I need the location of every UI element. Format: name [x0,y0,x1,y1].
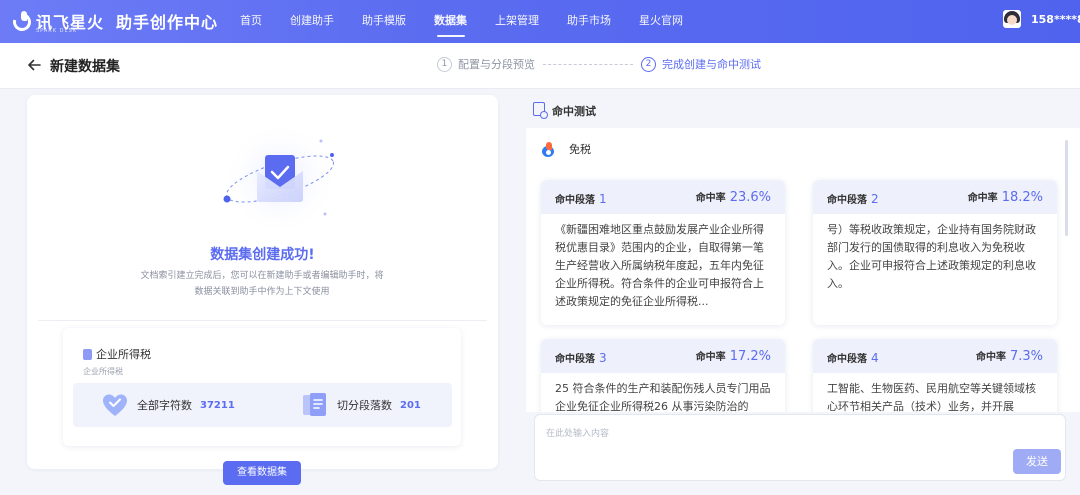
hit-rate: 命中率 17.2% [695,349,771,364]
page-title: 新建数据集 [50,59,120,75]
brand-logo[interactable]: 讯飞星火 SPARK DESK 助手创作中心 [9,9,219,35]
nav-create-assistant[interactable]: 创建助手 [276,0,348,43]
success-description: 文档索引建立完成后，您可以在新建助手或者编辑助手时，将数据关联到助手中作为上下文… [140,271,384,297]
query-input-box[interactable]: 在此处输入内容 发送 [534,414,1066,481]
hit-card[interactable]: 命中段落 3 命中率 17.2% 25 符合条件的生产和装配伤残人员专门用品企业免征… [541,339,785,412]
nav-assistant-market[interactable]: 助手市场 [553,0,625,43]
hit-card-header: 命中段落 3 命中率 17.2% [541,339,785,373]
hit-rate: 命中率 7.3% [975,349,1043,364]
nav-home[interactable]: 首页 [226,0,276,43]
nav-assistant-templates[interactable]: 助手模版 [348,0,420,43]
stat-total-chars-value: 37211 [200,399,235,411]
hit-segment-number: 2 [871,192,879,206]
hit-segment-label: 命中段落 4 [827,351,879,365]
hit-segment-number: 4 [871,351,879,365]
hit-rate-value: 18.2% [1001,190,1043,205]
spark-logo-icon [9,9,35,35]
step-indicator: 1 配置与分段预览 2 完成创建与命中测试 [437,56,761,72]
hit-segment-number: 3 [599,351,607,365]
step-1-label: 配置与分段预览 [458,58,535,71]
hit-card-header: 命中段落 4 命中率 7.3% [813,339,1057,373]
hit-rate: 命中率 18.2% [967,190,1043,205]
creation-result-panel: 数据集创建成功! 文档索引建立完成后，您可以在新建助手或者编辑助手时，将数据关联… [27,95,498,469]
hit-card[interactable]: 命中段落 4 命中率 7.3% 工智能、生物医药、民用航空等关键领域核心环节相关产品… [813,339,1057,412]
hit-segment-label: 命中段落 3 [555,351,607,365]
query-message: 免税 [541,141,591,157]
step-connector [543,63,633,65]
step-2: 2 完成创建与命中测试 [641,56,761,72]
brand-tagline: SPARK DESK [36,28,78,34]
hit-rate-value: 23.6% [729,190,771,205]
heart-shield-icon [103,394,127,416]
avatar[interactable] [1003,10,1021,28]
stat-segment-count-label: 切分段落数 [337,399,392,412]
scrollbar[interactable] [1065,140,1068,236]
success-envelope-illustration [222,121,338,237]
hit-segment-text: 《新疆困难地区重点鼓励发展产业企业所得税优惠目录》范围内的企业，自取得第一笔生产… [555,223,764,308]
document-stack-icon [303,393,326,416]
hit-segment-label: 命中段落 1 [555,192,607,206]
hit-segment-text: 25 符合条件的生产和装配伤残人员专门用品企业免征企业所得税26 从事污染防治的 [555,382,771,412]
page-header: 新建数据集 1 配置与分段预览 2 完成创建与命中测试 [0,43,1080,89]
hit-rate-value: 17.2% [729,349,771,364]
step-2-number: 2 [641,56,656,72]
hit-rate-value: 7.3% [1009,349,1043,364]
user-name[interactable]: 158****86 [1031,13,1080,26]
hit-test-title: 命中测试 [552,105,596,118]
divider [38,320,487,321]
hit-test-header: 命中测试 [526,95,1080,128]
query-text: 免税 [569,143,591,156]
search-document-icon [533,102,548,119]
dataset-subtitle: 企业所得税 [83,367,123,376]
top-nav-bar: 讯飞星火 SPARK DESK 助手创作中心 首页 创建助手 助手模版 数据集 … [0,0,1080,43]
view-dataset-button[interactable]: 查看数据集 [223,461,301,485]
dataset-file-icon [83,349,92,360]
stat-total-chars: 全部字符数 37211 [101,383,235,427]
nav-spark-official-site[interactable]: 星火官网 [625,0,697,43]
step-2-label: 完成创建与命中测试 [662,58,761,71]
success-title: 数据集创建成功! [210,247,315,263]
hit-segment-text: 工智能、生物医药、民用航空等关键领域核心环节相关产品（技术）业务，并开展 [827,382,1036,412]
step-1-number: 1 [437,56,452,72]
dataset-summary-card: 企业所得税 企业所得税 全部字符数 37211 切分段落数 201 [63,328,461,446]
nav-listing-management[interactable]: 上架管理 [481,0,553,43]
product-title: 助手创作中心 [116,13,219,32]
main-nav: 首页 创建助手 助手模版 数据集 上架管理 助手市场 星火官网 [226,0,697,43]
stat-total-chars-label: 全部字符数 [137,399,192,412]
dataset-name: 企业所得税 [96,348,151,361]
hit-card[interactable]: 命中段落 1 命中率 23.6% 《新疆困难地区重点鼓励发展产业企业所得税优惠目录》… [541,180,785,325]
hit-segment-label: 命中段落 2 [827,192,879,206]
spark-assistant-icon [541,141,556,157]
hit-card-header: 命中段落 2 命中率 18.2% [813,180,1057,214]
step-1: 1 配置与分段预览 [437,56,535,72]
hit-rate: 命中率 23.6% [695,190,771,205]
hit-card[interactable]: 命中段落 2 命中率 18.2% 号）等税收政策规定，企业持有国务院财政部门发行的国… [813,180,1057,325]
query-input-placeholder[interactable]: 在此处输入内容 [546,426,609,439]
user-menu[interactable]: 158****86 [1003,10,1080,28]
dataset-stats: 全部字符数 37211 切分段落数 201 [73,383,452,427]
stat-segment-count: 切分段落数 201 [301,383,421,427]
hit-test-results[interactable]: 免税 命中段落 1 命中率 23.6% 《新疆困难地区重点鼓励发展产业企业所得税优惠… [526,128,1080,412]
back-arrow-icon[interactable] [26,57,42,73]
stat-segment-count-value: 201 [400,399,421,411]
send-button[interactable]: 发送 [1013,449,1061,474]
nav-datasets[interactable]: 数据集 [420,0,481,43]
hit-segment-number: 1 [599,192,607,206]
hit-card-header: 命中段落 1 命中率 23.6% [541,180,785,214]
hit-segment-text: 号）等税收政策规定，企业持有国务院财政部门发行的国债取得的利息收入为免税收入。企… [827,223,1036,290]
